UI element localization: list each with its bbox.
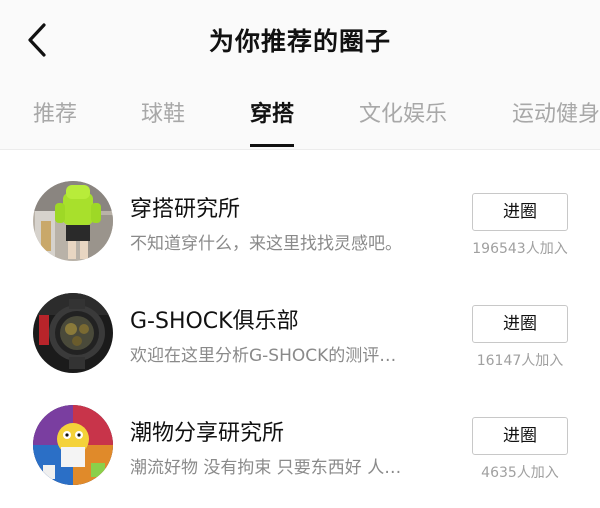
join-circle-button[interactable]: 进圈 <box>472 193 568 231</box>
list-item[interactable]: 穿搭研究所 不知道穿什么，来这里找找灵感吧。 进圈 196543人加入 <box>0 181 600 293</box>
circle-avatar <box>33 405 113 485</box>
tab-sneakers[interactable]: 球鞋 <box>141 96 185 128</box>
circle-name: G-SHOCK俱乐部 <box>130 309 299 334</box>
member-count: 4635人加入 <box>481 465 559 481</box>
circle-name: 穿搭研究所 <box>130 197 241 222</box>
circle-avatar <box>33 293 113 373</box>
category-tabs: 推荐 球鞋 穿搭 文化娱乐 运动健身 <box>0 80 600 150</box>
circle-description: 潮流好物 没有拘束 只要东西好 人… <box>130 458 402 478</box>
list-item[interactable]: G-SHOCK俱乐部 欢迎在这里分析G-SHOCK的测评… 进圈 16147人加… <box>0 293 600 405</box>
active-tab-indicator <box>250 144 294 147</box>
list-item[interactable]: 潮物分享研究所 潮流好物 没有拘束 只要东西好 人… 进圈 4635人加入 <box>0 405 600 508</box>
tab-recommend[interactable]: 推荐 <box>33 96 77 128</box>
member-count: 196543人加入 <box>472 241 568 257</box>
page-title: 为你推荐的圈子 <box>208 27 391 56</box>
circle-description: 欢迎在这里分析G-SHOCK的测评… <box>130 346 397 366</box>
tab-culture-entertainment[interactable]: 文化娱乐 <box>359 96 447 128</box>
top-nav-bar: 为你推荐的圈子 <box>0 0 600 80</box>
join-circle-button[interactable]: 进圈 <box>472 305 568 343</box>
tab-outfits[interactable]: 穿搭 <box>250 96 294 128</box>
join-circle-button[interactable]: 进圈 <box>472 417 568 455</box>
tab-sports-fitness[interactable]: 运动健身 <box>512 96 600 128</box>
member-count: 16147人加入 <box>476 353 564 369</box>
circle-avatar <box>33 181 113 261</box>
circle-description: 不知道穿什么，来这里找找灵感吧。 <box>130 234 402 254</box>
circle-name: 潮物分享研究所 <box>130 421 285 446</box>
